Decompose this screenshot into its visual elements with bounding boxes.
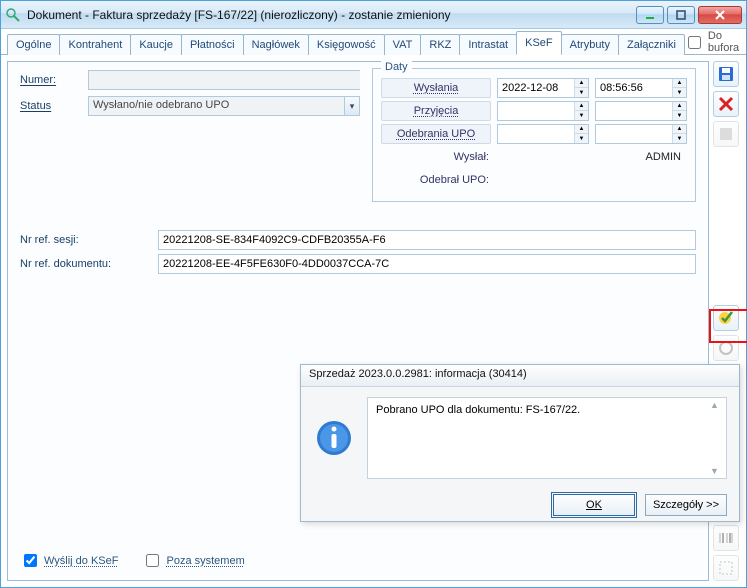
status-field[interactable]: Wysłano/nie odebrano UPO [88, 96, 344, 116]
check-button[interactable] [713, 305, 739, 331]
odebral-label: Odebrał UPO: [381, 170, 491, 190]
przyjecia-time[interactable]: ▲▼ [595, 101, 687, 121]
do-bufora-input[interactable] [688, 36, 701, 49]
titlebar: Dokument - Faktura sprzedaży [FS-167/22]… [1, 1, 746, 29]
do-bufora-checkbox[interactable]: Do bufora [684, 30, 743, 54]
spinner-icon[interactable]: ▲▼ [574, 79, 588, 97]
przyjecia-date[interactable]: ▲▼ [497, 101, 589, 121]
refresh-button [713, 335, 739, 361]
dialog-scrollbar[interactable]: ▲▼ [710, 400, 724, 476]
spinner-icon[interactable]: ▲▼ [574, 102, 588, 120]
status-dropdown-icon[interactable]: ▾ [344, 96, 360, 116]
dialog-message: Pobrano UPO dla dokumentu: FS-167/22. [376, 404, 580, 416]
odebrania-date[interactable]: ▲▼ [497, 124, 589, 144]
tab-rkz[interactable]: RKZ [420, 34, 460, 55]
daty-group: Daty Wysłania 2022-12-08▲▼ 08:56:56▲▼ Pr… [372, 68, 696, 202]
refs-group: Nr ref. sesji: Nr ref. dokumentu: [20, 230, 696, 274]
close-button[interactable] [698, 6, 742, 24]
tab-atrybuty[interactable]: Atrybuty [561, 34, 619, 55]
ref-dokumentu-input[interactable] [158, 254, 696, 274]
poza-systemem-input[interactable] [146, 554, 159, 567]
spinner-icon[interactable]: ▲▼ [672, 125, 686, 143]
przyjecia-label[interactable]: Przyjęcia [381, 101, 491, 121]
spinner-icon[interactable]: ▲▼ [574, 125, 588, 143]
info-dialog: Sprzedaż 2023.0.0.2981: informacja (3041… [300, 364, 740, 522]
numer-label: Numer: [20, 74, 80, 86]
side-button-3 [713, 121, 739, 147]
tab-kontrahent[interactable]: Kontrahent [59, 34, 131, 55]
ref-sesji-input[interactable] [158, 230, 696, 250]
wyslal-value: ADMIN [497, 151, 687, 163]
tab-ksiegowosc[interactable]: Księgowość [308, 34, 385, 55]
odebrania-time[interactable]: ▲▼ [595, 124, 687, 144]
do-bufora-label: Do bufora [708, 30, 739, 54]
tab-ogolne[interactable]: Ogólne [7, 34, 60, 55]
window-title: Dokument - Faktura sprzedaży [FS-167/22]… [27, 8, 630, 22]
wyslania-date[interactable]: 2022-12-08▲▼ [497, 78, 589, 98]
tab-platnosci[interactable]: Płatności [181, 34, 244, 55]
app-icon [5, 7, 21, 23]
wyslania-time[interactable]: 08:56:56▲▼ [595, 78, 687, 98]
tabstrip: Ogólne Kontrahent Kaucje Płatności Nagłó… [1, 29, 746, 55]
tab-kaucje[interactable]: Kaucje [130, 34, 182, 55]
dialog-title: Sprzedaż 2023.0.0.2981: informacja (3041… [301, 365, 739, 387]
info-icon [313, 397, 355, 479]
wyslij-ksef-checkbox[interactable]: Wyślij do KSeF [20, 551, 118, 570]
daty-legend: Daty [381, 61, 412, 73]
dialog-message-box: Pobrano UPO dla dokumentu: FS-167/22. ▲▼ [367, 397, 727, 479]
delete-button[interactable] [713, 91, 739, 117]
ref-sesji-label: Nr ref. sesji: [20, 234, 150, 246]
tab-naglowek[interactable]: Nagłówek [243, 34, 309, 55]
tab-zalaczniki[interactable]: Załączniki [618, 34, 685, 55]
maximize-button[interactable] [667, 6, 695, 24]
status-label: Status [20, 100, 80, 112]
ref-dokumentu-label: Nr ref. dokumentu: [20, 258, 150, 270]
spinner-icon[interactable]: ▲▼ [672, 102, 686, 120]
save-button[interactable] [713, 61, 739, 87]
details-button[interactable]: Szczegóły >> [645, 494, 727, 516]
side-button-last [713, 555, 739, 581]
wyslania-label[interactable]: Wysłania [381, 78, 491, 98]
barcode-button [713, 525, 739, 551]
minimize-button[interactable] [636, 6, 664, 24]
ok-button[interactable]: OK [553, 494, 635, 516]
spinner-icon[interactable]: ▲▼ [672, 79, 686, 97]
odebrania-label[interactable]: Odebrania UPO [381, 124, 491, 144]
tab-intrastat[interactable]: Intrastat [459, 34, 517, 55]
wyslal-label: Wysłał: [381, 147, 491, 167]
bottom-checkboxes: Wyślij do KSeF Poza systemem [20, 551, 245, 570]
tab-ksef[interactable]: KSeF [516, 31, 562, 55]
poza-systemem-checkbox[interactable]: Poza systemem [142, 551, 244, 570]
numer-field[interactable] [88, 70, 360, 90]
wyslij-ksef-input[interactable] [24, 554, 37, 567]
tab-vat[interactable]: VAT [384, 34, 422, 55]
